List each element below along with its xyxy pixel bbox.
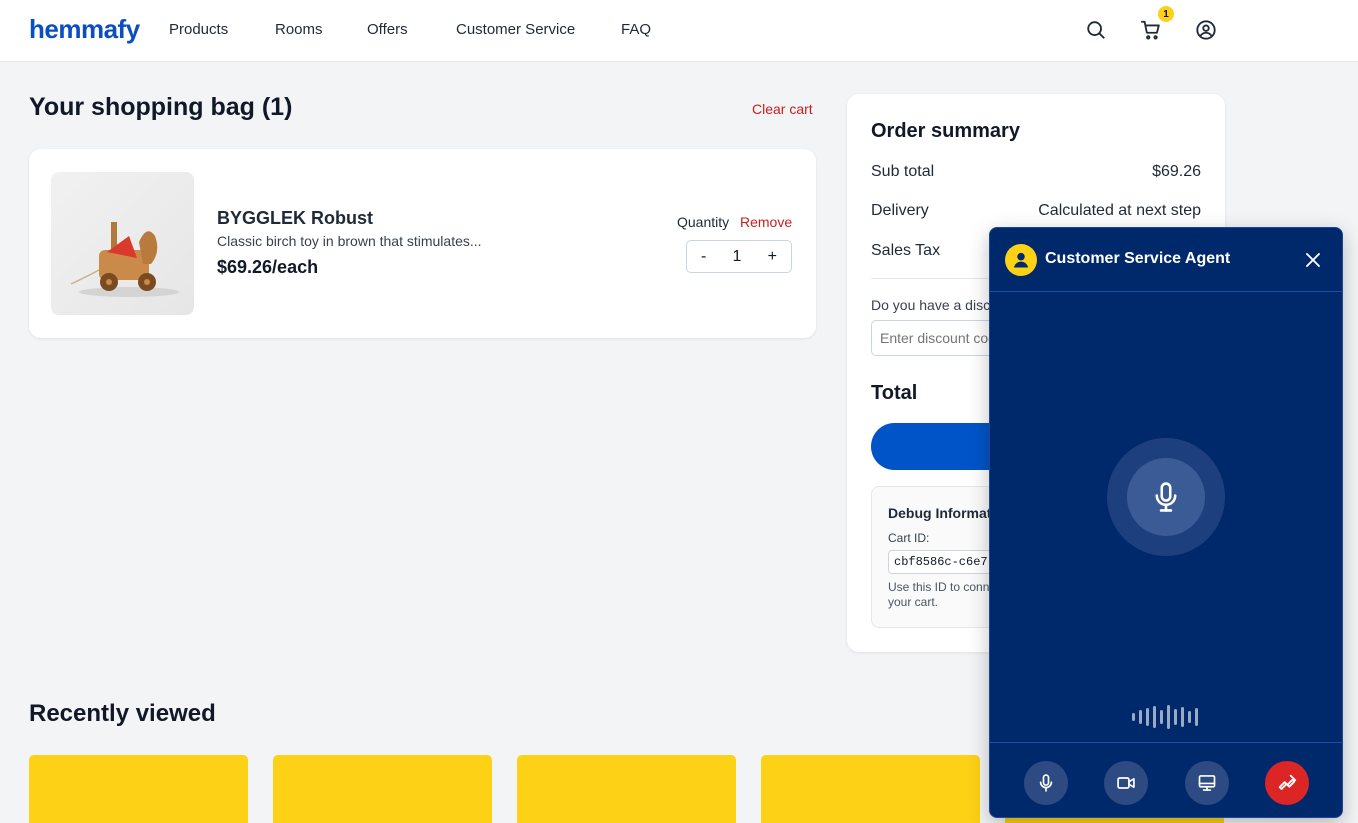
video-camera-icon[interactable] <box>1104 761 1148 805</box>
recent-product-card[interactable] <box>517 755 736 823</box>
page-title: Your shopping bag (1) <box>29 93 293 121</box>
total-label: Total <box>871 382 918 404</box>
product-description: Classic birch toy in brown that stimulat… <box>217 233 482 249</box>
quantity-value[interactable]: 1 <box>733 248 742 266</box>
screen-share-icon[interactable] <box>1185 761 1229 805</box>
nav-products[interactable]: Products <box>169 21 228 38</box>
nav-faq[interactable]: FAQ <box>621 21 651 38</box>
nav-rooms[interactable]: Rooms <box>275 21 323 38</box>
summary-label: Delivery <box>871 202 929 219</box>
cart-count-badge: 1 <box>1158 6 1174 22</box>
product-image[interactable] <box>51 172 194 315</box>
agent-header: Customer Service Agent <box>990 228 1342 292</box>
end-call-icon[interactable] <box>1265 761 1309 805</box>
cart-id-label: Cart ID: <box>888 531 930 545</box>
quantity-stepper: - 1 + <box>686 240 792 273</box>
quantity-label: Quantity <box>677 214 730 230</box>
remove-item-link[interactable]: Remove <box>740 214 792 230</box>
audio-waveform <box>1132 705 1198 729</box>
agent-title: Customer Service Agent <box>1045 250 1231 267</box>
mic-toggle-icon[interactable] <box>1024 761 1068 805</box>
nav-customer-service[interactable]: Customer Service <box>456 21 575 38</box>
nav-offers[interactable]: Offers <box>367 21 408 38</box>
recent-product-card[interactable] <box>273 755 492 823</box>
increase-quantity-button[interactable]: + <box>768 248 777 266</box>
product-price: $69.26/each <box>217 257 319 277</box>
cart-item: BYGGLEK Robust Classic birch toy in brow… <box>29 149 816 338</box>
search-icon[interactable] <box>1083 17 1109 43</box>
decrease-quantity-button[interactable]: - <box>701 248 706 266</box>
product-name[interactable]: BYGGLEK Robust <box>217 208 373 229</box>
summary-label: Sales Tax <box>871 242 941 259</box>
summary-label: Sub total <box>871 163 935 180</box>
recent-product-card[interactable] <box>29 755 248 823</box>
summary-row-delivery: Delivery Calculated at next step <box>871 202 1201 220</box>
summary-value: $69.26 <box>1152 163 1201 180</box>
recent-product-card[interactable] <box>761 755 980 823</box>
recently-viewed-title: Recently viewed <box>29 700 216 727</box>
close-icon[interactable] <box>1302 249 1324 271</box>
summary-value: Calculated at next step <box>1038 202 1201 219</box>
microphone-icon[interactable] <box>1127 458 1205 536</box>
top-header: hemmafy Products Rooms Offers Customer S… <box>0 0 1358 62</box>
customer-service-agent-panel: Customer Service Agent <box>989 227 1343 818</box>
logo[interactable]: hemmafy <box>29 14 140 45</box>
account-icon[interactable] <box>1193 17 1219 43</box>
summary-title: Order summary <box>871 120 1020 142</box>
agent-avatar-icon <box>1005 244 1037 276</box>
cart-icon[interactable] <box>1138 17 1164 43</box>
summary-row-subtotal: Sub total $69.26 <box>871 163 1201 181</box>
agent-controls <box>990 742 1342 817</box>
clear-cart-link[interactable]: Clear cart <box>752 101 813 117</box>
